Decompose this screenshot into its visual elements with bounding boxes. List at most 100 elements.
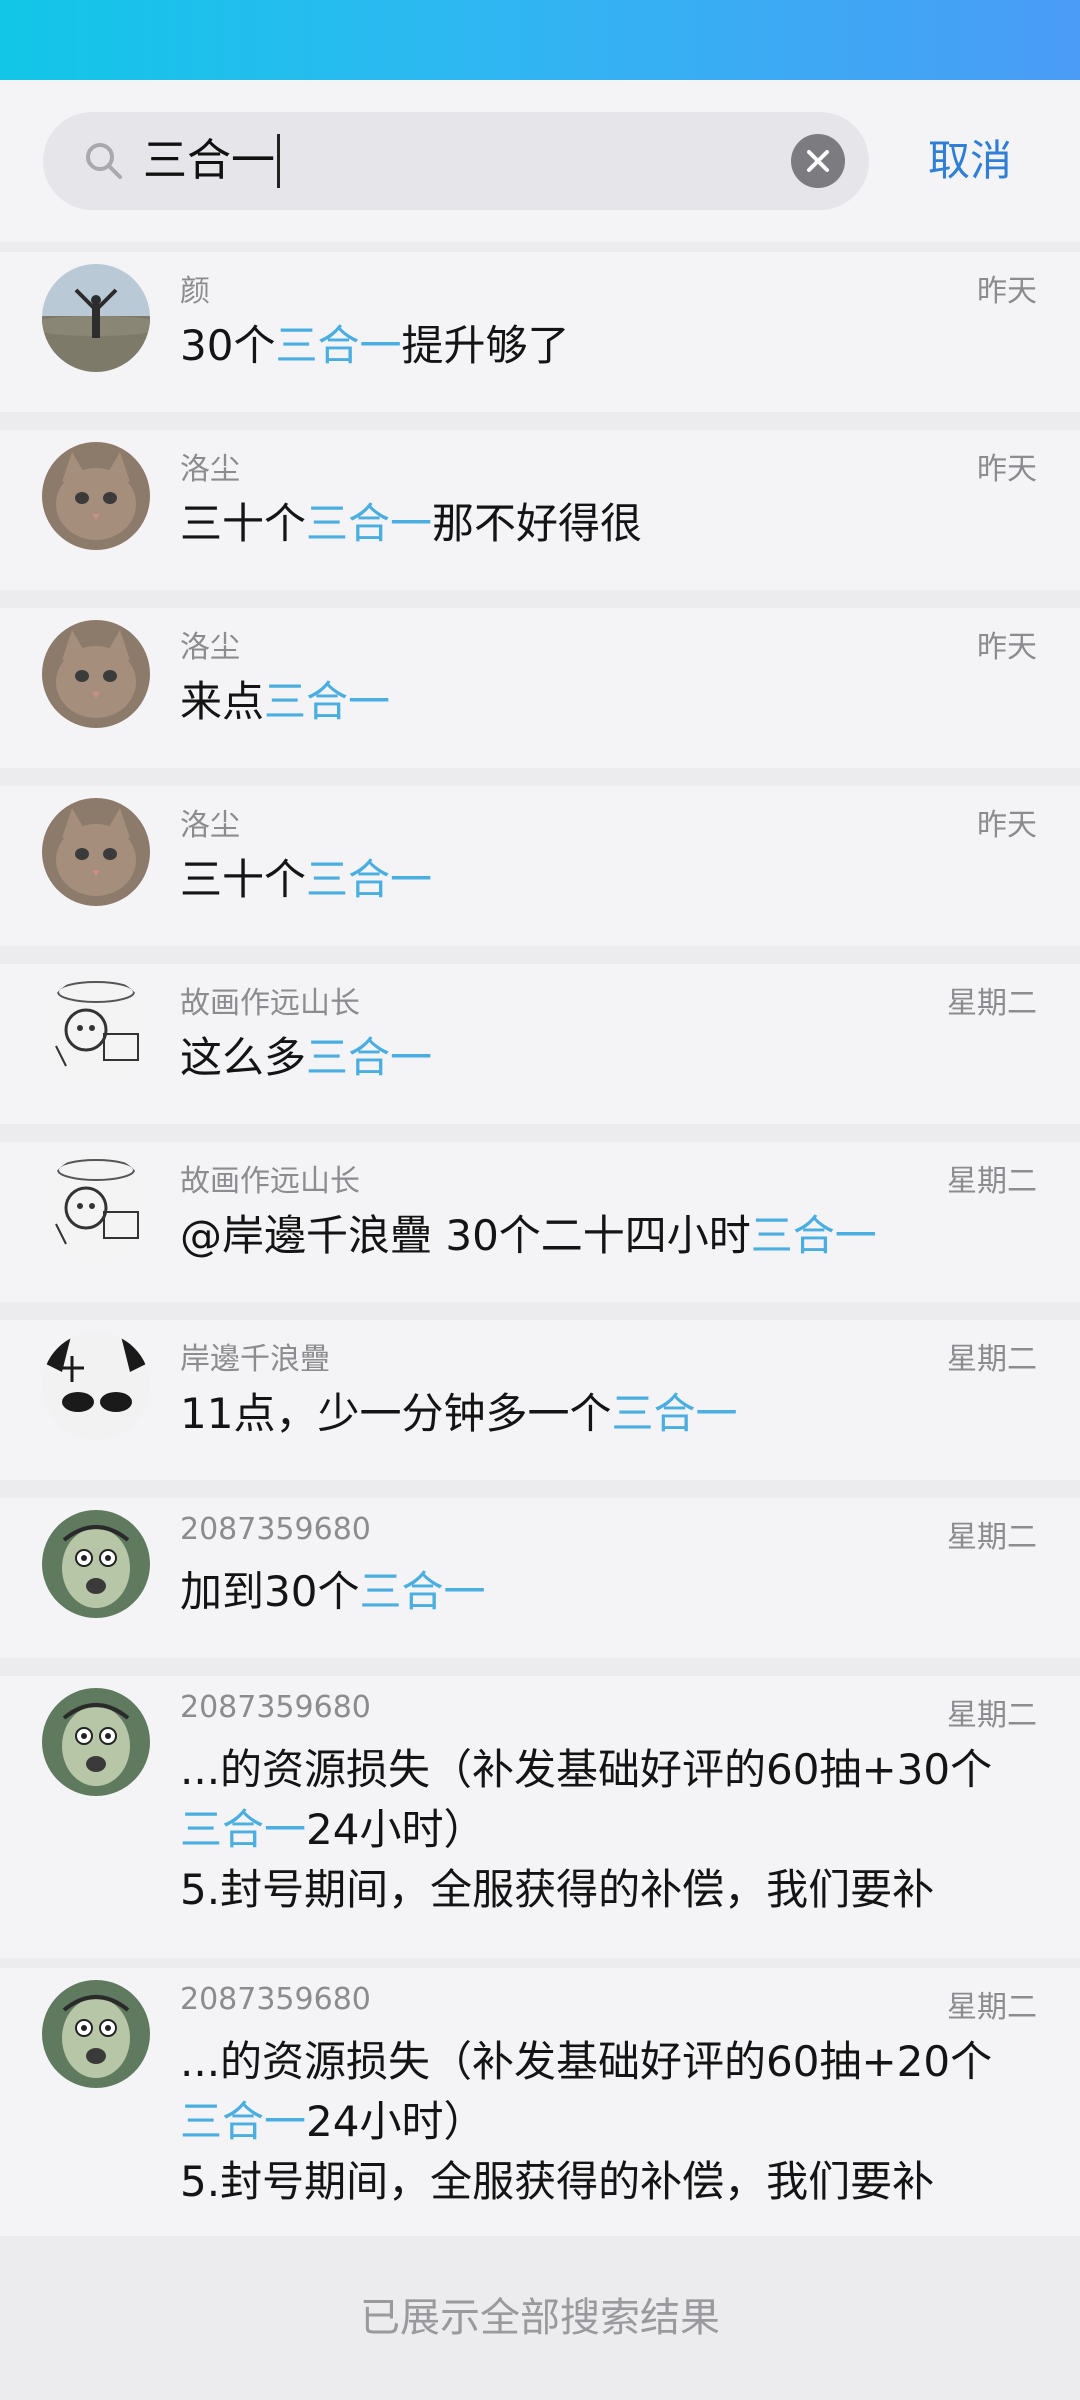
sender-name: 2087359680	[180, 1690, 371, 1725]
message-text: 24小时）	[306, 1805, 486, 1854]
search-result-row[interactable]: 岸邊千浪疊 星期二 11点，少一分钟多一个三合一	[0, 1320, 1080, 1480]
search-result-row[interactable]: 洛尘 昨天来点三合一	[0, 608, 1080, 768]
message-line: ...的资源损失（补发基础好评的60抽+30个	[180, 1740, 1040, 1800]
keyword-highlight: 三合一	[306, 1033, 433, 1082]
message-time: 星期二	[947, 1698, 1037, 1733]
message-line: 加到30个三合一	[180, 1562, 1040, 1622]
message-line: 5.封号期间，全服获得的补偿，我们要补	[180, 1860, 1040, 1920]
search-result-row[interactable]: 故画作远山长 星期二 @岸邊千浪疊 30个二十四小时三合一	[0, 1142, 1080, 1302]
message-line: 5.封号期间，全服获得的补偿，我们要补	[180, 2152, 1040, 2212]
avatar[interactable]	[42, 1688, 150, 1796]
message-snippet: 30个三合一提升够了	[180, 316, 1040, 376]
message-line: 三合一24小时）	[180, 1800, 1040, 1860]
sender-name: 2087359680	[180, 1982, 371, 2017]
message-snippet: ...的资源损失（补发基础好评的60抽+20个 三合一24小时） 5.封号期间，全服…	[180, 2032, 1040, 2212]
message-text: 30个	[180, 321, 276, 370]
keyword-highlight: 三合一	[611, 1389, 738, 1438]
message-text: 11点，少一分钟多一个	[180, 1389, 612, 1438]
message-time: 星期二	[947, 1164, 1037, 1199]
message-text: 这么多	[180, 1033, 307, 1082]
message-text: ...的资源损失（补发基础好评的60抽+20个	[180, 2037, 993, 2086]
keyword-highlight: 三合一	[180, 1805, 307, 1854]
keyword-highlight: 三合一	[275, 321, 402, 370]
message-line: ...的资源损失（补发基础好评的60抽+20个	[180, 2032, 1040, 2092]
search-result-row[interactable]: 2087359680 星期二加到30个三合一	[0, 1498, 1080, 1658]
message-time: 星期二	[947, 1990, 1037, 2025]
message-snippet: ...的资源损失（补发基础好评的60抽+30个 三合一24小时） 5.封号期间，全服…	[180, 1740, 1040, 1920]
message-snippet: 来点三合一	[180, 672, 1040, 732]
message-text: 来点	[180, 677, 265, 726]
sender-name: 岸邊千浪疊	[180, 1342, 330, 1377]
avatar[interactable]	[42, 1154, 150, 1262]
cancel-button[interactable]: 取消	[928, 80, 1012, 242]
message-text: 5.封号期间，全服获得的补偿，我们要补	[180, 2157, 935, 2206]
message-text: 提升够了	[401, 321, 570, 370]
message-line: 11点，少一分钟多一个三合一	[180, 1384, 1040, 1444]
keyword-highlight: 三合一	[306, 855, 433, 904]
keyword-highlight: 三合一	[306, 499, 433, 548]
clear-button[interactable]	[791, 134, 845, 188]
message-text: 三十个	[180, 855, 307, 904]
message-snippet: @岸邊千浪疊 30个二十四小时三合一	[180, 1206, 1040, 1266]
search-result-row[interactable]: 颜 昨天 30个三合一提升够了	[0, 252, 1080, 412]
keyword-highlight: 三合一	[750, 1211, 877, 1260]
avatar[interactable]	[42, 620, 150, 728]
message-line: 来点三合一	[180, 672, 1040, 732]
sender-name: 故画作远山长	[180, 986, 360, 1021]
keyword-highlight: 三合一	[180, 2097, 307, 2146]
message-text: 24小时）	[306, 2097, 486, 2146]
message-line: 30个三合一提升够了	[180, 316, 1040, 376]
keyword-highlight: 三合一	[359, 1567, 486, 1616]
message-line: 这么多三合一	[180, 1028, 1040, 1088]
avatar[interactable]	[42, 1980, 150, 2088]
message-line: 三十个三合一那不好得很	[180, 494, 1040, 554]
message-snippet: 加到30个三合一	[180, 1562, 1040, 1622]
sender-name: 洛尘	[180, 630, 240, 665]
message-text: 三十个	[180, 499, 307, 548]
message-time: 昨天	[977, 452, 1037, 487]
avatar[interactable]	[42, 442, 150, 550]
search-result-row[interactable]: 2087359680 星期二 ...的资源损失（补发基础好评的60抽+30个 三合一2…	[0, 1676, 1080, 1958]
message-time: 昨天	[977, 808, 1037, 843]
search-input[interactable]: 三合一	[43, 112, 869, 210]
avatar[interactable]	[42, 264, 150, 372]
sender-name: 2087359680	[180, 1512, 371, 1547]
keyword-highlight: 三合一	[264, 677, 391, 726]
search-result-row[interactable]: 洛尘 昨天三十个三合一那不好得很	[0, 430, 1080, 590]
message-snippet: 11点，少一分钟多一个三合一	[180, 1384, 1040, 1444]
avatar[interactable]	[42, 1332, 150, 1440]
search-bar: 三合一 取消	[0, 80, 1080, 242]
message-snippet: 三十个三合一	[180, 850, 1040, 910]
text-caret	[277, 134, 280, 188]
results-end-text: 已展示全部搜索结果	[360, 2295, 720, 2341]
results-end-footer: 已展示全部搜索结果	[0, 2236, 1080, 2400]
message-line: @岸邊千浪疊 30个二十四小时三合一	[180, 1206, 1040, 1266]
message-time: 星期二	[947, 1342, 1037, 1377]
sender-name: 颜	[180, 274, 210, 309]
search-result-row[interactable]: 洛尘 昨天三十个三合一	[0, 786, 1080, 946]
message-snippet: 三十个三合一那不好得很	[180, 494, 1040, 554]
avatar[interactable]	[42, 798, 150, 906]
message-line: 三合一24小时）	[180, 2092, 1040, 2152]
avatar[interactable]	[42, 1510, 150, 1618]
sender-name: 故画作远山长	[180, 1164, 360, 1199]
message-time: 星期二	[947, 986, 1037, 1021]
message-text: @岸邊千浪疊 30个二十四小时	[180, 1211, 751, 1260]
sender-name: 洛尘	[180, 452, 240, 487]
sender-name: 洛尘	[180, 808, 240, 843]
close-icon	[807, 150, 829, 172]
search-query[interactable]: 三合一	[143, 112, 275, 210]
message-time: 昨天	[977, 274, 1037, 309]
message-time: 昨天	[977, 630, 1037, 665]
search-result-row[interactable]: 故画作远山长 星期二这么多三合一	[0, 964, 1080, 1124]
message-line: 三十个三合一	[180, 850, 1040, 910]
search-icon	[86, 143, 122, 179]
message-text: ...的资源损失（补发基础好评的60抽+30个	[180, 1745, 993, 1794]
avatar[interactable]	[42, 976, 150, 1084]
status-bar	[0, 0, 1080, 80]
search-result-row[interactable]: 2087359680 星期二 ...的资源损失（补发基础好评的60抽+20个 三合一2…	[0, 1968, 1080, 2250]
message-text: 5.封号期间，全服获得的补偿，我们要补	[180, 1865, 935, 1914]
message-time: 星期二	[947, 1520, 1037, 1555]
message-text: 那不好得很	[432, 499, 643, 548]
message-text: 加到30个	[180, 1567, 360, 1616]
